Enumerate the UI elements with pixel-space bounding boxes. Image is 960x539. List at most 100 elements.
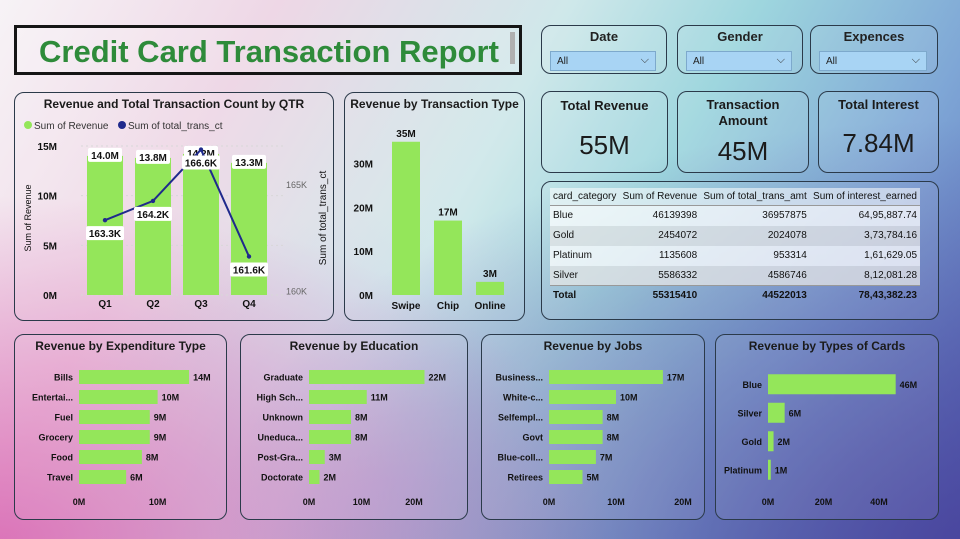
data-label: 163.3K bbox=[89, 229, 122, 240]
kpi-total-revenue-label: Total Revenue bbox=[560, 98, 649, 113]
table-row[interactable]: Platinum 1135608 953314 1,61,629.05 bbox=[550, 245, 920, 266]
table-cell: Blue bbox=[550, 205, 620, 226]
y-category-label: Food bbox=[51, 453, 73, 463]
slicer-expences: Expences All ⌵ bbox=[810, 25, 938, 74]
slicer-expences-dropdown[interactable]: All ⌵ bbox=[819, 51, 927, 71]
y-category-label: Entertai... bbox=[32, 393, 73, 403]
x-tick-label: Q4 bbox=[242, 299, 256, 310]
card-types-chart-panel: Revenue by Types of Cards Blue 46M Silver 6… bbox=[715, 334, 939, 520]
y-tick-label: 30M bbox=[354, 160, 373, 171]
kpi-transaction-amount: Transaction Amount 45M bbox=[677, 91, 809, 173]
table-cell: 1,61,629.05 bbox=[809, 245, 920, 266]
bar bbox=[549, 470, 583, 484]
card-category-table-panel: card_category Sum of Revenue Sum of tota… bbox=[541, 181, 939, 320]
table-row[interactable]: Silver 5586332 4586746 8,12,081.28 bbox=[550, 265, 920, 286]
y-tick-label: 5M bbox=[43, 241, 57, 252]
chevron-down-icon: ⌵ bbox=[640, 54, 649, 66]
kpi-total-revenue-value: 55M bbox=[579, 130, 630, 160]
data-label: 13.3M bbox=[235, 158, 263, 169]
x-tick-label: 0M bbox=[543, 497, 556, 507]
y-category-label: Selfempl... bbox=[498, 413, 543, 423]
data-label: 9M bbox=[154, 433, 167, 443]
y-category-label: Uneduca... bbox=[257, 433, 303, 443]
y-category-label: Retirees bbox=[507, 473, 543, 483]
kpi-transaction-amount-label: Transaction Amount bbox=[706, 97, 780, 128]
data-label: 13.8M bbox=[139, 153, 167, 164]
bar bbox=[183, 153, 219, 295]
y-axis-title: Sum of Revenue bbox=[23, 184, 33, 251]
series-point bbox=[198, 147, 204, 152]
bar bbox=[476, 281, 504, 295]
title-scrollbar[interactable] bbox=[510, 32, 515, 64]
y2-axis-title: Sum of total_trans_ct bbox=[318, 171, 329, 266]
y2-tick-label: 160K bbox=[286, 287, 307, 297]
slicer-date-dropdown[interactable]: All ⌵ bbox=[550, 51, 656, 71]
bar bbox=[768, 374, 896, 395]
y-category-label: Platinum bbox=[724, 465, 762, 475]
chevron-down-icon: ⌵ bbox=[911, 54, 920, 66]
data-label: 10M bbox=[620, 393, 638, 403]
slicer-gender-dropdown[interactable]: All ⌵ bbox=[686, 51, 792, 71]
y-category-label: Unknown bbox=[263, 413, 304, 423]
data-label: 166.6K bbox=[185, 159, 218, 170]
bar bbox=[549, 450, 596, 464]
txn-type-chart: 0M 10M 20M 30M 35M Swipe 17M Chip 3M Online bbox=[354, 129, 506, 312]
x-tick-label: 10M bbox=[353, 497, 371, 507]
data-label: 14M bbox=[193, 373, 211, 383]
table-row[interactable]: Blue 46139398 36957875 64,95,887.74 bbox=[550, 205, 920, 226]
data-label: 8M bbox=[607, 433, 620, 443]
chevron-down-icon: ⌵ bbox=[776, 54, 785, 66]
x-tick-label: 40M bbox=[870, 497, 888, 507]
y-category-label: Post-Gra... bbox=[257, 453, 303, 463]
y-category-label: Blue bbox=[742, 380, 762, 390]
kpi-transaction-amount-value: 45M bbox=[717, 136, 769, 166]
data-label: 161.6K bbox=[233, 266, 266, 277]
x-tick-label: Chip bbox=[437, 301, 459, 312]
data-label: 6M bbox=[130, 473, 143, 483]
table-cell: Platinum bbox=[550, 245, 620, 266]
bar bbox=[79, 370, 190, 384]
y-category-label: Govt bbox=[522, 433, 543, 443]
bar bbox=[79, 390, 158, 404]
bar bbox=[309, 470, 320, 484]
y-tick-label: 0M bbox=[359, 291, 373, 302]
x-tick-label: 10M bbox=[607, 497, 625, 507]
table-total-cell: 44522013 bbox=[700, 285, 810, 306]
table-cell: 46139398 bbox=[619, 205, 701, 226]
x-tick-label: 10M bbox=[149, 497, 167, 507]
table-cell: 953314 bbox=[700, 245, 810, 266]
table-header[interactable]: Sum of total_trans_amt bbox=[700, 188, 810, 206]
slicer-expences-label: Expences bbox=[843, 29, 905, 44]
data-label: 1M bbox=[775, 465, 788, 475]
bar bbox=[79, 450, 142, 464]
table-header[interactable]: card_category bbox=[550, 188, 620, 206]
data-label: 164.2K bbox=[137, 210, 170, 221]
table-row[interactable]: Gold 2454072 2024078 3,73,784.16 bbox=[550, 225, 920, 246]
data-label: 8M bbox=[355, 433, 368, 443]
table-cell: 2024078 bbox=[700, 225, 810, 246]
data-label: 6M bbox=[789, 408, 802, 418]
data-label: 14.0M bbox=[91, 151, 119, 162]
data-label: 17M bbox=[438, 208, 457, 219]
legend-label: Sum of total_trans_ct bbox=[128, 121, 223, 132]
table-header[interactable]: Sum of Revenue bbox=[619, 188, 701, 206]
x-tick-label: 20M bbox=[815, 497, 833, 507]
jobs-chart-panel: Revenue by Jobs Business... 17M White-c...… bbox=[481, 334, 705, 520]
y-category-label: Travel bbox=[47, 473, 73, 483]
table-header[interactable]: Sum of interest_earned bbox=[809, 188, 920, 206]
table-header-row: card_category Sum of Revenue Sum of tota… bbox=[550, 188, 920, 206]
slicer-gender: Gender All ⌵ bbox=[677, 25, 803, 74]
slicer-date-label: Date bbox=[589, 29, 619, 44]
x-tick-label: 0M bbox=[303, 497, 316, 507]
table-cell: Silver bbox=[550, 265, 620, 286]
bar bbox=[768, 402, 785, 423]
table-total-row: Total 55315410 44522013 78,43,382.23 bbox=[550, 285, 920, 306]
y-category-label: Business... bbox=[495, 373, 543, 383]
report-title: Credit Card Transaction Report bbox=[39, 34, 499, 69]
jobs-chart: Business... 17M White-c... 10M Selfempl... 8M… bbox=[495, 370, 692, 507]
x-tick-label: 20M bbox=[405, 497, 423, 507]
bar bbox=[549, 410, 603, 424]
x-tick-label: 0M bbox=[762, 497, 775, 507]
data-label: 11M bbox=[371, 393, 388, 403]
table-cell: 3,73,784.16 bbox=[809, 225, 920, 246]
